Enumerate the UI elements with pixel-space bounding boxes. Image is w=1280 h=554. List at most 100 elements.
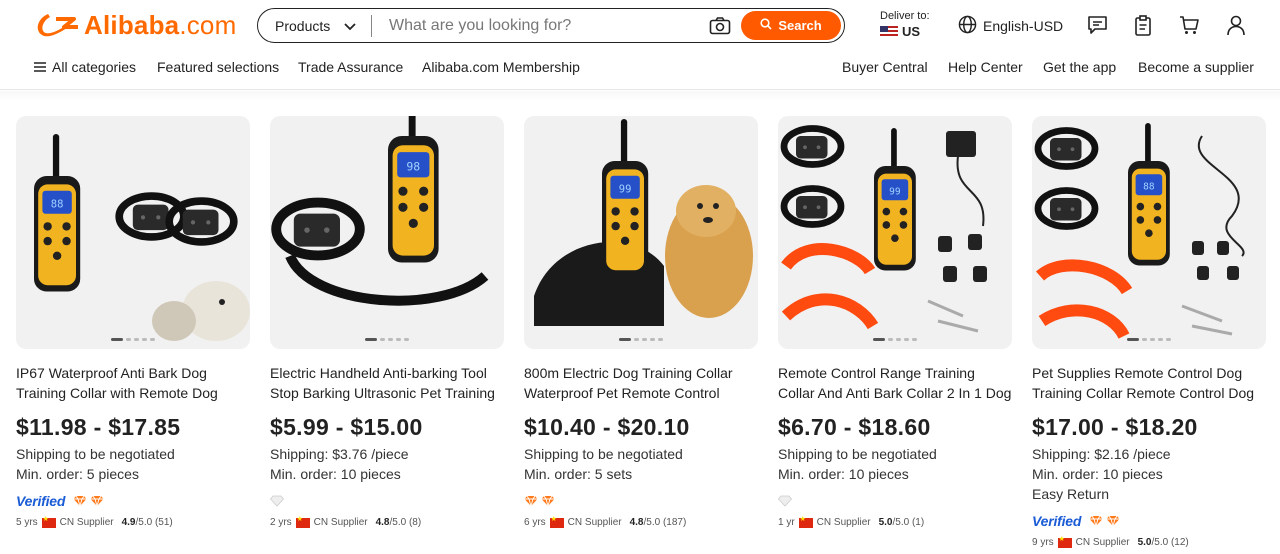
min-order: Min. order: 10 pieces xyxy=(270,466,401,482)
supplier-years: 5 yrs xyxy=(16,517,38,528)
supplier-rating: 4.8 xyxy=(629,517,644,528)
diamond-icon xyxy=(90,495,104,507)
all-categories-label: All categories xyxy=(52,59,137,75)
supplier-type: CN Supplier xyxy=(816,517,871,528)
deliver-country: US xyxy=(902,24,921,39)
svg-text:99: 99 xyxy=(619,184,632,196)
image-carousel-dots xyxy=(111,338,155,341)
product-title[interactable]: Remote Control Range Training Collar And… xyxy=(778,363,1012,403)
language-currency-label: English-USD xyxy=(983,18,1064,34)
cart-icon[interactable] xyxy=(1178,14,1200,36)
easy-return-label: Easy Return xyxy=(1032,486,1110,502)
supplier-rating: 5.0 xyxy=(1137,537,1152,548)
min-order: Min. order: 5 sets xyxy=(524,466,633,482)
shipping-info: Shipping to be negotiated xyxy=(778,446,937,462)
product-title[interactable]: Pet Supplies Remote Control Dog Training… xyxy=(1032,363,1266,403)
product-card[interactable]: 88 Pet Supplies Remote Control Dog Traini… xyxy=(1032,116,1266,548)
top-nav: All categories Featured selections Trade… xyxy=(0,50,1280,90)
search-bar: Products Search xyxy=(257,8,845,43)
nav-get-the-app[interactable]: Get the app xyxy=(1043,59,1116,75)
supplier-rating: 4.9 xyxy=(121,517,136,528)
orders-icon[interactable] xyxy=(1132,14,1154,36)
supplier-years: 6 yrs xyxy=(524,517,546,528)
supplier-info[interactable]: 9 yrs CN Supplier 5.0/5.0 (12) xyxy=(1032,535,1266,549)
supplier-info[interactable]: 1 yr CN Supplier 5.0/5.0 (1) xyxy=(778,515,1012,529)
rating-max: /5.0 xyxy=(892,517,910,528)
nav-help-center[interactable]: Help Center xyxy=(948,59,1023,75)
rating-max: /5.0 xyxy=(389,517,407,528)
product-price: $5.99 - $15.00 xyxy=(270,414,423,440)
supplier-badges xyxy=(524,492,758,510)
shipping-info: Shipping: $2.16 /piece xyxy=(1032,446,1171,462)
alibaba-smile-logo-icon xyxy=(37,14,78,37)
review-count: (12) xyxy=(1170,537,1189,548)
review-count: (8) xyxy=(408,517,422,528)
product-photo: 99 xyxy=(780,125,987,333)
supplier-info[interactable]: 2 yrs CN Supplier 4.8/5.0 (8) xyxy=(270,515,504,529)
verified-badge[interactable]: Verified xyxy=(16,493,65,509)
product-card[interactable]: 88 IP67 Waterproof Anti Bark Dog Training… xyxy=(16,116,250,528)
supplier-badges xyxy=(778,492,1012,510)
product-photo: 98 xyxy=(271,116,489,306)
image-carousel-dots xyxy=(873,338,917,341)
product-title[interactable]: 800m Electric Dog Training Collar Waterp… xyxy=(524,363,758,403)
user-icon[interactable] xyxy=(1225,14,1247,36)
product-image[interactable]: 88 xyxy=(1032,116,1266,349)
camera-icon[interactable] xyxy=(708,14,732,38)
us-flag-icon xyxy=(880,25,898,38)
svg-text:88: 88 xyxy=(51,199,64,211)
search-button[interactable]: Search xyxy=(741,11,841,40)
product-card[interactable]: 99 Remote Control Range Training Collar A… xyxy=(778,116,1012,528)
nav-buyer-central[interactable]: Buyer Central xyxy=(842,59,928,75)
product-photo: 88 xyxy=(1034,123,1245,340)
supplier-years: 9 yrs xyxy=(1032,537,1054,548)
product-image[interactable]: 99 xyxy=(778,116,1012,349)
product-title[interactable]: IP67 Waterproof Anti Bark Dog Training C… xyxy=(16,363,250,403)
nav-featured-selections[interactable]: Featured selections xyxy=(157,59,279,75)
logo-suffix: .com xyxy=(179,9,237,40)
svg-text:98: 98 xyxy=(406,160,420,174)
supplier-rating: 5.0 xyxy=(878,517,893,528)
search-button-label: Search xyxy=(778,18,822,33)
nav-become-supplier[interactable]: Become a supplier xyxy=(1138,59,1254,75)
search-input[interactable] xyxy=(372,9,708,42)
supplier-type: CN Supplier xyxy=(313,517,368,528)
product-title[interactable]: Electric Handheld Anti-barking Tool Stop… xyxy=(270,363,504,403)
menu-icon xyxy=(34,59,46,75)
deliver-to[interactable]: Deliver to: US xyxy=(880,10,930,38)
product-image[interactable]: 88 xyxy=(16,116,250,349)
product-photo: 88 xyxy=(34,134,250,341)
svg-text:99: 99 xyxy=(889,187,901,198)
product-image[interactable]: 99 xyxy=(524,116,758,349)
rating-max: /5.0 xyxy=(135,517,153,528)
alibaba-logo[interactable]: Alibaba.com xyxy=(34,10,236,40)
language-currency-selector[interactable]: English-USD xyxy=(958,15,1063,37)
search-category-select[interactable]: Products xyxy=(258,14,372,37)
product-price: $17.00 - $18.20 xyxy=(1032,414,1198,440)
supplier-info[interactable]: 5 yrs CN Supplier 4.9/5.0 (51) xyxy=(16,515,250,529)
globe-icon xyxy=(958,15,977,37)
supplier-badges xyxy=(270,492,504,510)
product-image[interactable]: 98 xyxy=(270,116,504,349)
product-card[interactable]: 99 800m Electric Dog Training Collar Wate… xyxy=(524,116,758,528)
gem-outline-icon xyxy=(778,495,792,507)
all-categories-button[interactable]: All categories xyxy=(34,59,136,75)
product-card[interactable]: 98 Electric Handheld Anti-barking Tool St… xyxy=(270,116,504,528)
review-count: (187) xyxy=(662,517,687,528)
cn-flag-icon xyxy=(41,515,56,528)
message-icon[interactable] xyxy=(1086,14,1108,36)
svg-text:88: 88 xyxy=(1143,182,1155,193)
rating-max: /5.0 xyxy=(1151,537,1169,548)
cn-flag-icon xyxy=(798,515,813,528)
rating-max: /5.0 xyxy=(643,517,661,528)
shipping-info: Shipping to be negotiated xyxy=(16,446,175,462)
image-carousel-dots xyxy=(619,338,663,341)
logo-brand: Alibaba xyxy=(84,9,180,40)
cn-flag-icon xyxy=(295,515,310,528)
supplier-info[interactable]: 6 yrs CN Supplier 4.8/5.0 (187) xyxy=(524,515,758,529)
nav-membership[interactable]: Alibaba.com Membership xyxy=(422,59,580,75)
product-price: $11.98 - $17.85 xyxy=(16,414,181,440)
verified-badge[interactable]: Verified xyxy=(1032,513,1081,529)
nav-trade-assurance[interactable]: Trade Assurance xyxy=(298,59,403,75)
cn-flag-icon xyxy=(1057,535,1072,548)
